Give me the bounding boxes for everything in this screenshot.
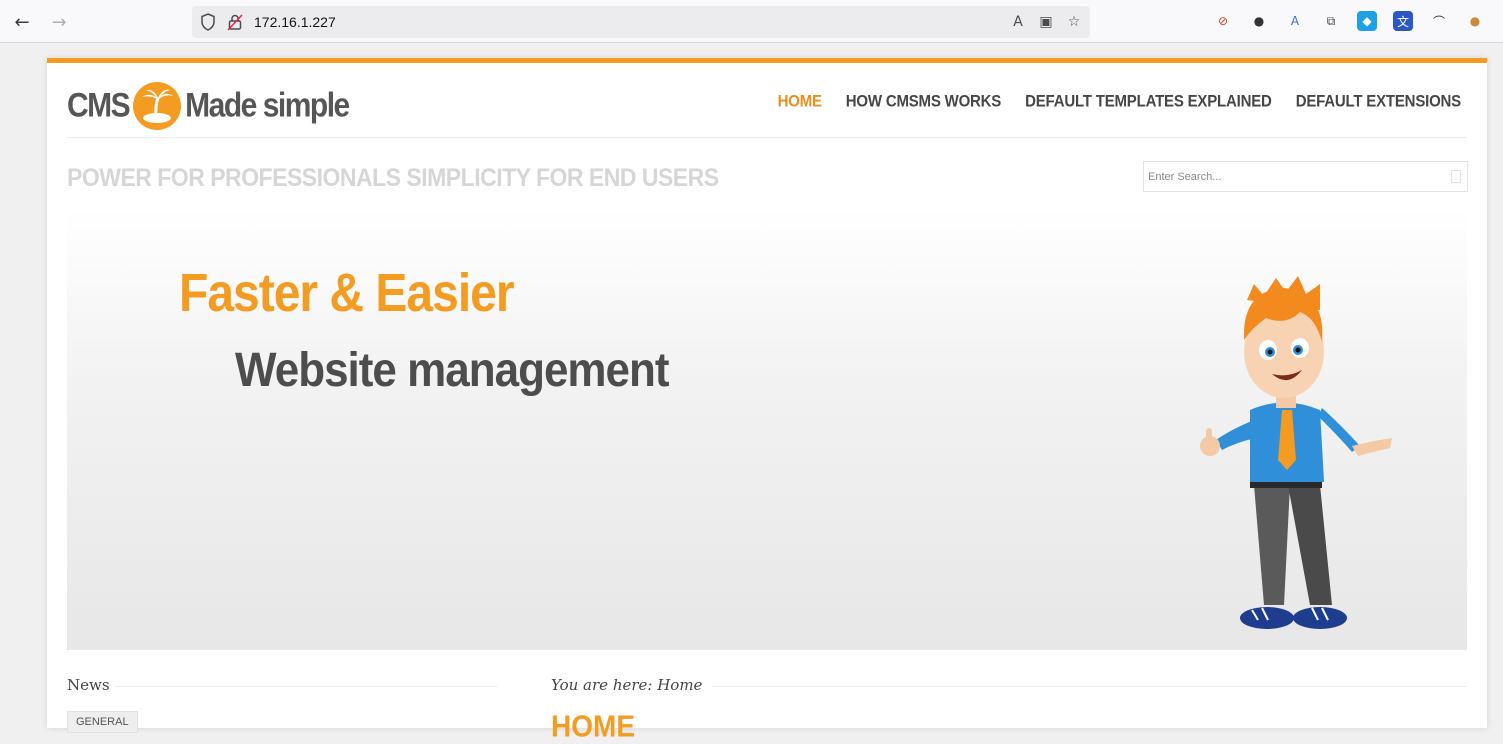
page-title: HOME (551, 709, 635, 744)
translator-extension-icon[interactable]: 文 (1393, 11, 1413, 31)
browser-toolbar: ← → 172.16.1.227 A ▣ ☆ ⊘ ● A ⧉ ◆ 文 ⌒ ● (0, 0, 1503, 43)
news-category-general[interactable]: GENERAL (67, 711, 138, 733)
back-button[interactable]: ← (10, 10, 34, 34)
breadcrumb-divider (712, 686, 1467, 687)
search-box (1143, 161, 1468, 192)
url-text[interactable]: 172.16.1.227 (254, 14, 336, 30)
extensions-puzzle-icon[interactable]: ⧉ (1321, 11, 1341, 31)
breadcrumb: You are here: Home (551, 676, 703, 694)
address-bar[interactable]: 172.16.1.227 A ▣ ☆ (192, 6, 1090, 38)
news-divider (115, 686, 497, 687)
search-submit-icon[interactable] (1451, 170, 1461, 183)
blocked-extension-icon[interactable]: ⊘ (1213, 11, 1233, 31)
cookie-extension-icon[interactable]: ● (1465, 11, 1485, 31)
forward-button[interactable]: → (47, 10, 71, 34)
mascot-illustration (1200, 276, 1392, 629)
cube-extension-icon[interactable]: ◆ (1357, 11, 1377, 31)
translate-icon[interactable]: A (1008, 12, 1028, 32)
main-navigation: HOME HOW CMSMS WORKS DEFAULT TEMPLATES E… (778, 92, 1462, 111)
shield-icon[interactable] (200, 13, 216, 31)
page-translate-icon[interactable]: ▣ (1036, 12, 1056, 32)
insecure-lock-icon[interactable] (227, 13, 243, 31)
banner-subheadline: Website management (235, 343, 670, 397)
banner-headline: Faster & Easier (179, 264, 515, 324)
news-heading: News (67, 676, 110, 694)
hero-banner: Faster & Easier Website management (67, 208, 1467, 650)
translate-extension-icon[interactable]: A (1285, 11, 1305, 31)
website-page: CMS Made simple HOME HOW CMSMS WORKS DEF… (47, 58, 1487, 743)
nav-default-templates-explained[interactable]: DEFAULT TEMPLATES EXPLAINED (1025, 92, 1272, 111)
site-tagline: POWER FOR PROFESSIONALS SIMPLICITY FOR E… (67, 163, 719, 192)
nav-default-extensions[interactable]: DEFAULT EXTENSIONS (1296, 92, 1462, 111)
logo-text-made-simple: Made simple (185, 86, 350, 125)
palm-island-icon (133, 82, 182, 130)
hat-extension-icon[interactable]: ⌒ (1429, 11, 1449, 31)
search-input[interactable] (1144, 162, 1434, 191)
nav-home[interactable]: HOME (778, 92, 822, 111)
bookmark-star-icon[interactable]: ☆ (1064, 12, 1084, 32)
balls-extension-icon[interactable]: ● (1249, 11, 1269, 31)
logo-text-cms: CMS (67, 86, 131, 125)
header-divider (67, 137, 1467, 138)
site-logo[interactable]: CMS Made simple (67, 80, 350, 132)
nav-how-cmsms-works[interactable]: HOW CMSMS WORKS (846, 92, 1002, 111)
